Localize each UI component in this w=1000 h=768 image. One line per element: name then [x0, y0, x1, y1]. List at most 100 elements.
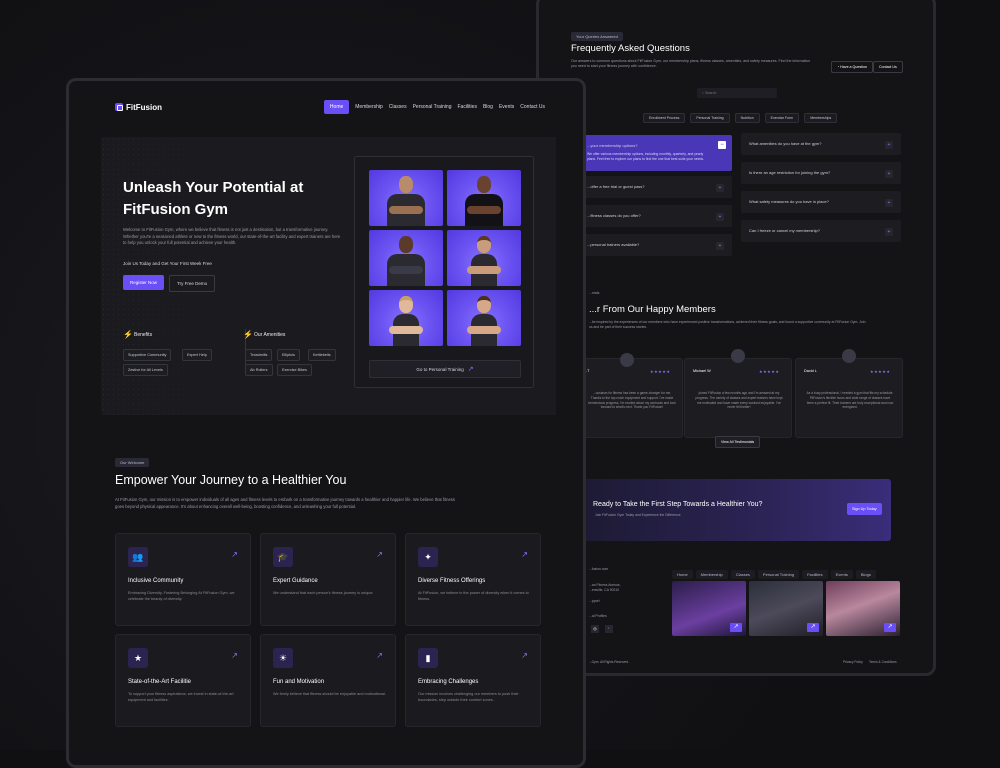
footer-nav-item[interactable]: Personal Training [757, 570, 800, 579]
footer-nav-item[interactable]: Blogs [855, 570, 876, 579]
bolt-icon: ⚡ [123, 330, 133, 339]
demo-button[interactable]: Try Free Demo [169, 275, 216, 292]
arrow-up-right-icon[interactable]: ↗ [521, 651, 528, 660]
plus-icon[interactable]: + [885, 228, 893, 236]
testimonial-name: David L [804, 369, 817, 373]
benefits-heading: ⚡ Benefits [123, 331, 152, 339]
benefits-label: Benefits [134, 332, 153, 338]
feature-title: Embracing Challenges [418, 679, 479, 685]
signup-button[interactable]: Sign Up Today [847, 503, 882, 515]
feature-card[interactable]: ▮ ↗ Embracing Challenges Our mission inv… [405, 634, 541, 727]
footer-nav-item[interactable]: Classes [730, 570, 755, 579]
faq-tab[interactable]: Personal Training [690, 113, 730, 123]
faq-item[interactable]: What safety measures do you have in plac… [741, 191, 901, 213]
faq-tab[interactable]: Nutrition [734, 113, 760, 123]
arrow-up-right-icon[interactable]: ↗ [807, 623, 819, 632]
faq-item[interactable]: Can I freeze or cancel my membership? + [741, 220, 901, 242]
arrow-up-right-icon[interactable]: ↗ [730, 623, 742, 632]
minus-icon[interactable]: − [718, 141, 726, 149]
faq-tab[interactable]: Memberships [804, 113, 838, 123]
register-button[interactable]: Register Now [123, 275, 165, 290]
footer-nav-item[interactable]: Events [830, 570, 853, 579]
arrow-up-right-icon[interactable]: ↗ [521, 550, 528, 559]
figure-arms [467, 266, 501, 274]
rating-stars: ★★★★★ [759, 369, 780, 374]
nav-item-blog[interactable]: Blog [483, 101, 493, 113]
footer-email[interactable]: ...fusion.com [589, 567, 608, 572]
instagram-icon[interactable]: ◎ [591, 625, 599, 633]
nav-item-personal-training[interactable]: Personal Training [413, 101, 452, 113]
feature-card[interactable]: 🎓 ↗ Expert Guidance We understand that e… [260, 533, 396, 626]
trainer-photo [447, 170, 521, 226]
arrow-up-right-icon[interactable]: ↗ [376, 550, 383, 559]
nav-item-classes[interactable]: Classes [389, 101, 407, 113]
arrow-up-right-icon[interactable]: ↗ [884, 623, 896, 632]
amenity-tag: Exercise Bikes [277, 364, 312, 376]
feature-card[interactable]: ☀ ↗ Fun and Motivation We firmly believe… [260, 634, 396, 727]
amenity-tag: Ab Rollers [245, 364, 273, 376]
arrow-up-right-icon[interactable]: ↗ [376, 651, 383, 660]
figure-arms [389, 206, 423, 214]
benefit-tag: Zestive for All Levels [123, 364, 168, 376]
nav-item-events[interactable]: Events [499, 101, 514, 113]
faq-item-open[interactable]: ...your membership options? − We offer v… [579, 135, 732, 171]
plus-icon[interactable]: + [716, 184, 724, 192]
faq-contact-button[interactable]: Contact Us [873, 61, 903, 73]
testimonial-text: As a busy professional, I needed a gym t… [806, 391, 894, 410]
faq-tab[interactable]: Enrollment Process [643, 113, 686, 123]
arrow-up-right-icon[interactable]: ↗ [231, 550, 238, 559]
benefit-tag: Supportive Community [123, 349, 172, 361]
plus-icon[interactable]: + [716, 242, 724, 250]
feature-card[interactable]: 👥 ↗ Inclusive Community Embracing Divers… [115, 533, 251, 626]
plus-icon[interactable]: + [885, 199, 893, 207]
feature-title: Diverse Fitness Offerings [418, 578, 486, 584]
faq-title: Frequently Asked Questions [571, 43, 690, 54]
faq-question: What safety measures do you have in plac… [749, 199, 829, 204]
testimonial-card: ...T ★★★★★ ...ousiasm for fitness has be… [575, 353, 683, 438]
plus-icon[interactable]: + [716, 213, 724, 221]
testimonials-pill: ...nials [589, 291, 600, 295]
terms-link[interactable]: Terms & Conditions [869, 660, 897, 665]
faq-item[interactable]: ...personal trainers available? + [579, 234, 732, 256]
footer-nav-item[interactable]: Facilities [802, 570, 828, 579]
faq-item[interactable]: ...offer a free trial or guest pass? + [579, 176, 732, 198]
logo[interactable]: FitFusion [115, 103, 162, 112]
plus-icon[interactable]: + [885, 141, 893, 149]
view-all-testimonials-button[interactable]: View All Testimonials [715, 436, 761, 448]
faq-search-input[interactable]: ⌕ Search [697, 88, 777, 98]
trainer-photo [447, 230, 521, 286]
arrow-up-right-icon[interactable]: ↗ [231, 651, 238, 660]
welcome-description: At FitFusion Gym, our mission is to empo… [115, 497, 455, 509]
nav-item-membership[interactable]: Membership [355, 101, 383, 113]
amenity-tag: Treadmills [245, 349, 273, 361]
faq-question: What amenities do you have at the gym? [749, 141, 822, 146]
faq-item[interactable]: Is there an age restriction for joining … [741, 162, 901, 184]
welcome-pill: Our Welcome [115, 458, 150, 467]
rating-stars: ★★★★★ [650, 369, 671, 374]
footer-nav-item[interactable]: Membership [695, 570, 728, 579]
feature-card[interactable]: ✦ ↗ Diverse Fitness Offerings At FitFusi… [405, 533, 541, 626]
faq-question: Is there an age restriction for joining … [749, 170, 831, 175]
hero-section: Unleash Your Potential at FitFusion Gym … [101, 137, 556, 415]
footer-support: ...pport [589, 599, 600, 603]
faq-answer: We offer various membership options, inc… [587, 152, 705, 162]
nav-item-facilities[interactable]: Facilities [458, 101, 477, 113]
figure-arms [389, 266, 423, 274]
plus-icon[interactable]: + [885, 170, 893, 178]
nav-item-contact[interactable]: Contact Us [520, 101, 545, 113]
faq-tab[interactable]: Exercise Form [764, 113, 800, 123]
testimonials-title: ...r From Our Happy Members [589, 304, 716, 315]
faq-tabs: Enrollment Process Personal Training Nutri… [643, 106, 842, 124]
feature-card[interactable]: ★ ↗ State-of-the-Art Facilitie To suppor… [115, 634, 251, 727]
twitter-icon[interactable]: ᵗ [605, 625, 613, 633]
privacy-link[interactable]: Privacy Policy [843, 660, 863, 665]
faq-item[interactable]: What amenities do you have at the gym? + [741, 133, 901, 155]
have-question-button[interactable]: ◔ Have a Question [831, 61, 873, 73]
personal-training-button[interactable]: Go to Personal Training ↗ [369, 360, 521, 378]
faq-item[interactable]: ...fitness classes do you offer? + [579, 205, 732, 227]
bar-chart-icon: ▮ [418, 648, 438, 668]
footer-nav-item[interactable]: Home [672, 570, 693, 579]
have-question-label: Have a Question [840, 65, 867, 69]
nav-item-home[interactable]: Home [323, 100, 350, 114]
testimonial-text: ...ousiasm for fitness has been a game-c… [588, 391, 676, 410]
